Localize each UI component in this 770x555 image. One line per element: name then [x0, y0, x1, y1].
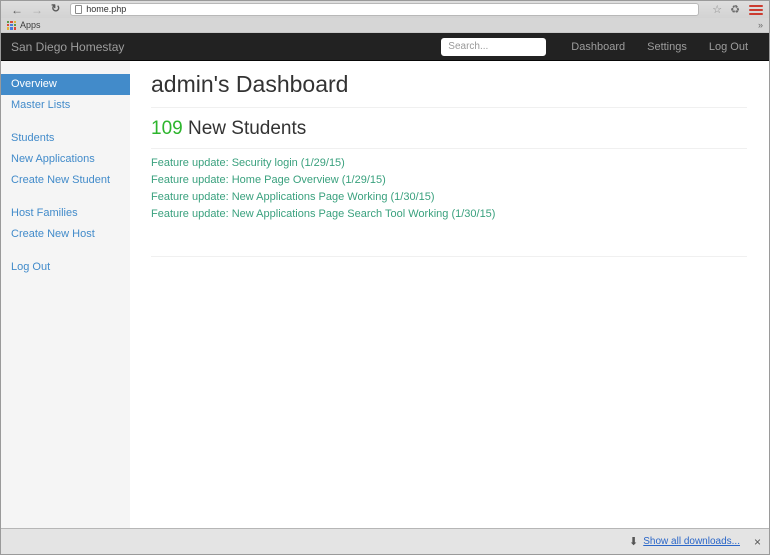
new-students-stat: 109 New Students — [151, 118, 747, 149]
browser-menu-icon[interactable] — [749, 5, 763, 15]
sidebar: Overview Master Lists Students New Appli… — [1, 61, 130, 528]
site-navbar: San Diego Homestay Dashboard Settings Lo… — [1, 33, 769, 61]
divider — [151, 256, 747, 257]
download-arrow-icon: ⬇ — [629, 535, 638, 548]
feature-update-link[interactable]: Feature update: Home Page Overview (1/29… — [151, 175, 747, 186]
feature-updates-list: Feature update: Security login (1/29/15)… — [151, 158, 747, 220]
refresh-icon[interactable]: ↻ — [51, 4, 60, 15]
page-icon — [75, 5, 82, 14]
sidebar-item-master-lists[interactable]: Master Lists — [1, 95, 130, 116]
apps-label[interactable]: Apps — [20, 20, 41, 30]
sidebar-item-overview[interactable]: Overview — [1, 74, 130, 95]
address-bar[interactable]: home.php — [70, 3, 699, 16]
url-text[interactable]: home.php — [86, 5, 126, 14]
sidebar-group: Host Families Create New Host — [1, 203, 130, 245]
forward-icon[interactable]: → — [31, 4, 43, 16]
nav-link-dashboard[interactable]: Dashboard — [560, 41, 636, 53]
brand[interactable]: San Diego Homestay — [11, 40, 124, 54]
nav-link-settings[interactable]: Settings — [636, 41, 698, 53]
extension-icon[interactable]: ♻ — [730, 3, 740, 16]
search-input[interactable] — [441, 38, 546, 56]
page-title: admin's Dashboard — [151, 71, 747, 108]
download-bar: ⬇ Show all downloads... × — [1, 528, 769, 554]
browser-window: ← → ↻ home.php ☆ ♻ Apps » San Diego Home… — [0, 0, 770, 555]
sidebar-item-create-new-host[interactable]: Create New Host — [1, 224, 130, 245]
browser-toolbar: ← → ↻ home.php ☆ ♻ — [1, 1, 769, 18]
bookmarks-overflow-icon[interactable]: » — [758, 20, 763, 30]
feature-update-link[interactable]: Feature update: New Applications Page Wo… — [151, 192, 747, 203]
back-icon[interactable]: ← — [11, 4, 23, 16]
sidebar-group: Students New Applications Create New Stu… — [1, 128, 130, 191]
download-bar-close-icon[interactable]: × — [754, 536, 761, 548]
sidebar-item-new-applications[interactable]: New Applications — [1, 149, 130, 170]
nav-link-logout[interactable]: Log Out — [698, 41, 759, 53]
main-panel: admin's Dashboard 109 New Students Featu… — [130, 61, 769, 528]
sidebar-item-host-families[interactable]: Host Families — [1, 203, 130, 224]
sidebar-group: Overview Master Lists — [1, 74, 130, 116]
apps-grid-icon[interactable] — [7, 21, 16, 30]
content-area: Overview Master Lists Students New Appli… — [1, 61, 769, 528]
bookmarks-bar: Apps » — [1, 18, 769, 33]
feature-update-link[interactable]: Feature update: Security login (1/29/15) — [151, 158, 747, 169]
sidebar-item-create-new-student[interactable]: Create New Student — [1, 170, 130, 191]
navbar-right: Dashboard Settings Log Out — [441, 38, 759, 56]
sidebar-item-logout[interactable]: Log Out — [1, 257, 130, 278]
feature-update-link[interactable]: Feature update: New Applications Page Se… — [151, 209, 747, 220]
sidebar-group: Log Out — [1, 257, 130, 278]
stat-label: New Students — [183, 118, 307, 139]
sidebar-item-students[interactable]: Students — [1, 128, 130, 149]
stat-number: 109 — [151, 118, 183, 139]
bookmark-star-icon[interactable]: ☆ — [712, 3, 722, 16]
show-all-downloads-link[interactable]: Show all downloads... — [643, 536, 740, 547]
